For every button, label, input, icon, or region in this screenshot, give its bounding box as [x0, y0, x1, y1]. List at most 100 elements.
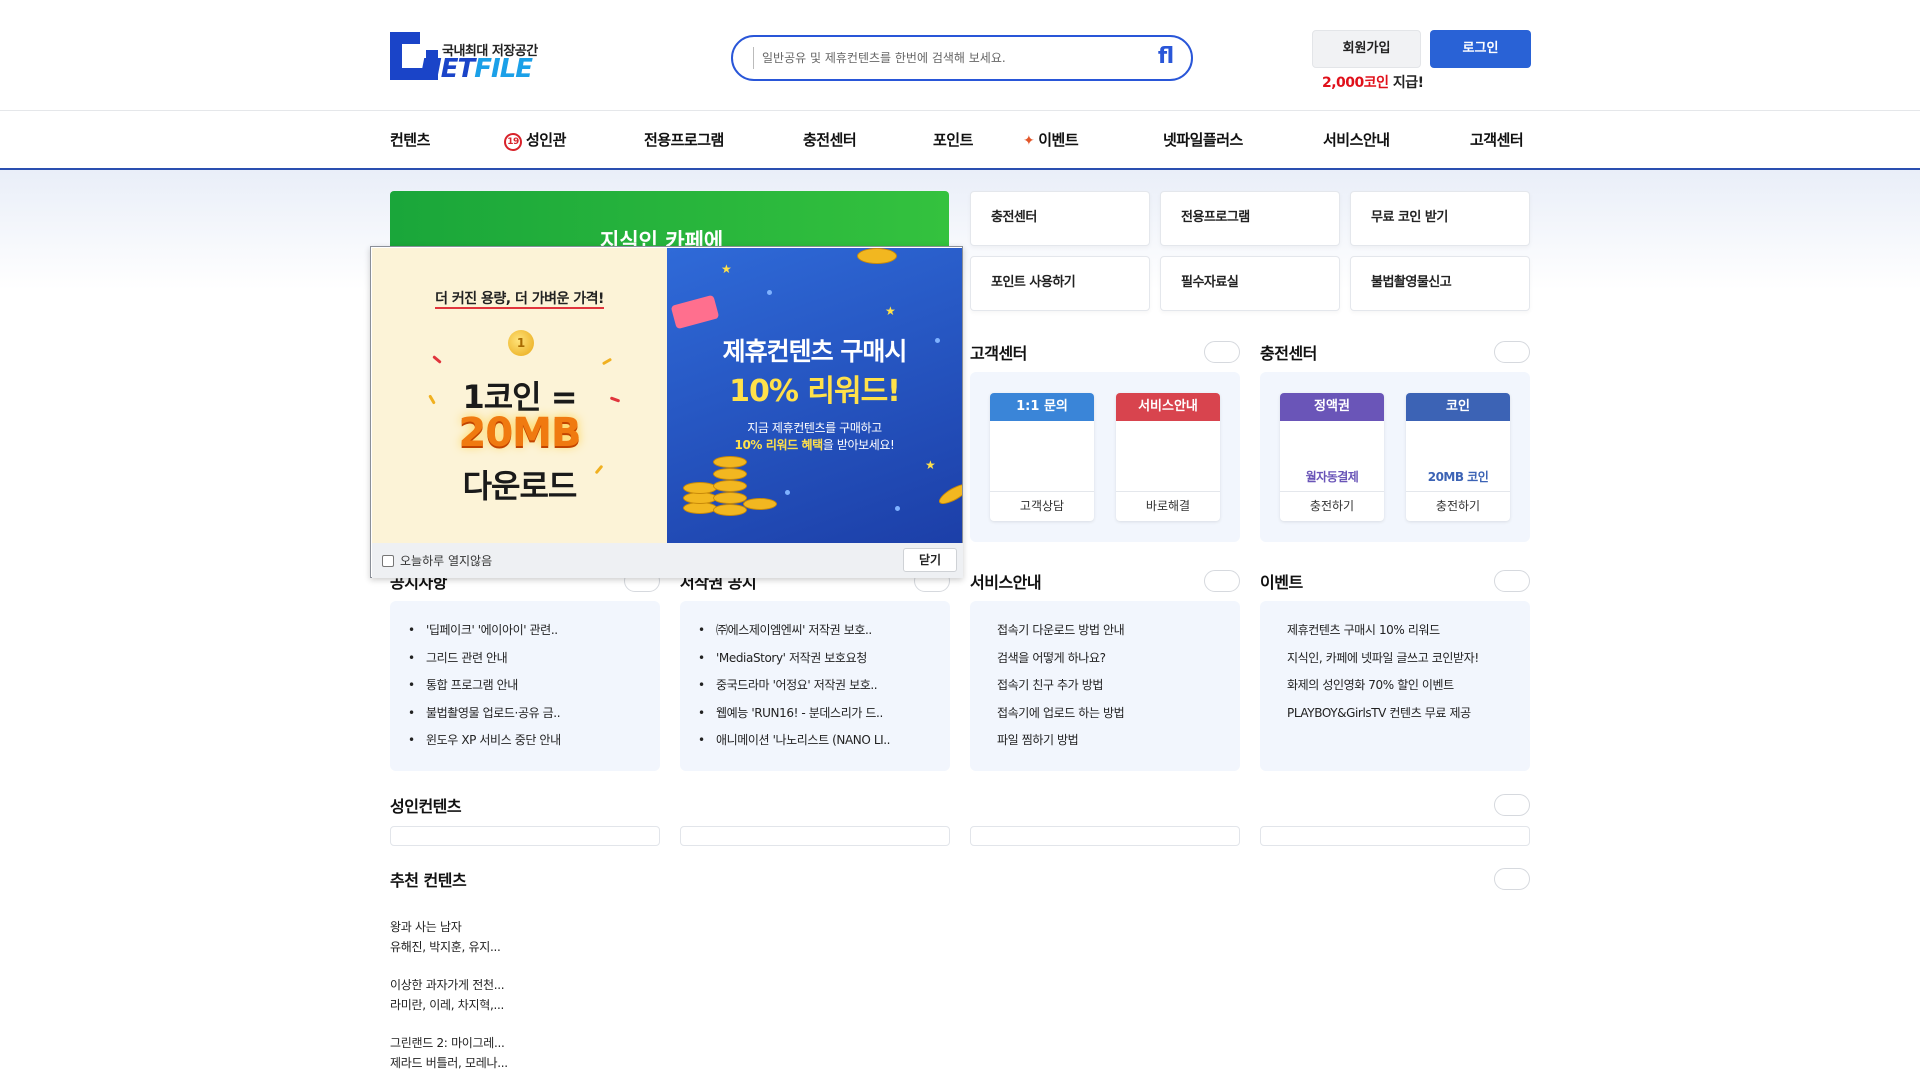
notice-panel: '딥페이크' '에이아이' 관련.. 그리드 관련 안내 통합 프로그램 안내 …: [390, 601, 660, 771]
copyright-item[interactable]: 'MediaStory' 저작권 보호요청: [698, 645, 890, 673]
quick-link-free-coin[interactable]: 무료 코인 받기: [1350, 191, 1530, 246]
charge-center-title: 충전센터: [1260, 344, 1317, 363]
popup-left-line3: 다운로드: [462, 467, 578, 505]
nav-item-plus[interactable]: 넷파일플러스: [1163, 129, 1243, 150]
quick-link-report[interactable]: 불법촬영물신고: [1350, 256, 1530, 311]
subscription-card[interactable]: 정액권 월자동결제 충전하기: [1280, 393, 1384, 521]
sparkle-dot: [895, 506, 900, 511]
star-icon: ★: [885, 304, 896, 318]
event-list: 제휴컨텐츠 구매시 10% 리워드 지식인, 카페에 넷파일 글쓰고 코인받자!…: [1287, 617, 1479, 727]
service-guide-item[interactable]: 접속기에 업로드 하는 방법: [997, 700, 1125, 728]
search-icon[interactable]: fl: [1153, 43, 1179, 71]
coin-card[interactable]: 코인 20MB 코인 충전하기: [1406, 393, 1510, 521]
recommend-item[interactable]: 그린랜드 2: 마이그레... 제라드 버틀러, 모레나...: [390, 1033, 508, 1073]
copyright-item[interactable]: ㈜에스제이엠엔씨' 저작권 보호..: [698, 617, 890, 645]
recommend-more-button[interactable]: [1494, 868, 1530, 890]
login-button[interactable]: 로그인: [1430, 30, 1531, 68]
netfile-logo[interactable]: 국내최대 저장공간 NETFILE: [390, 30, 540, 82]
notice-item[interactable]: 윈도우 XP 서비스 중단 안내: [408, 727, 561, 755]
event-more-button[interactable]: [1494, 570, 1530, 592]
charge-center-more-button[interactable]: [1494, 341, 1530, 363]
popup-right-sub2-rest: 을 받아보세요!: [822, 438, 895, 452]
join-button[interactable]: 회원가입: [1312, 30, 1421, 68]
adult-content-slot[interactable]: [390, 826, 660, 846]
service-guide-more-button[interactable]: [1204, 570, 1240, 592]
service-guide-item[interactable]: 검색을 어떻게 하나요?: [997, 645, 1124, 673]
recommend-title: 추천 컨텐츠: [390, 871, 467, 890]
promo-popup: 더 커진 용량, 더 가벼운 가격! 1 1코인 = 20MB 다운로드 ★ ★…: [370, 246, 963, 578]
nav-item-contents[interactable]: 컨텐츠: [390, 129, 430, 150]
nav-item-service[interactable]: 서비스안내: [1323, 129, 1390, 150]
adult-contents-more-button[interactable]: [1494, 794, 1530, 816]
popup-left-line2: 20MB: [458, 410, 582, 456]
event-item[interactable]: 제휴컨텐츠 구매시 10% 리워드: [1287, 617, 1479, 645]
popup-right-title1: 제휴컨텐츠 구매시: [722, 337, 908, 366]
notice-item[interactable]: '딥페이크' '에이아이' 관련..: [408, 617, 561, 645]
coin-stack-icon: [713, 504, 747, 516]
popup-reward-promo[interactable]: ★ ★ ★ 제휴컨텐츠 구매시 10% 리워드! 지금 제휴컨텐츠를 구매하고 …: [667, 248, 962, 543]
service-guide-item[interactable]: 접속기 다운로드 방법 안내: [997, 617, 1125, 645]
coin-card-foot: 충전하기: [1406, 491, 1510, 521]
recommend-item-cast: 제라드 버틀러, 모레나...: [390, 1056, 508, 1070]
coin-amount: 2,000코인: [1322, 75, 1389, 91]
nav-item-adult[interactable]: 19 성인관: [504, 129, 566, 151]
service-guide-card-head: 서비스안내: [1116, 393, 1220, 421]
popup-right-title2: 10% 리워드!: [667, 366, 962, 410]
dont-show-today-checkbox[interactable]: [382, 555, 394, 567]
quick-link-point-use[interactable]: 포인트 사용하기: [970, 256, 1150, 311]
adult-contents-title: 성인컨텐츠: [390, 797, 462, 816]
recommend-item-title: 그린랜드 2: 마이그레...: [390, 1036, 505, 1050]
notice-item[interactable]: 불법촬영물 업로드·공유 금..: [408, 700, 561, 728]
nav-item-event-label: 이벤트: [1038, 131, 1079, 149]
customer-center-more-button[interactable]: [1204, 341, 1240, 363]
coin-stack-icon: [713, 456, 747, 468]
copyright-item[interactable]: 중국드라마 '어정요' 저작권 보호..: [698, 672, 890, 700]
inquiry-card[interactable]: 1:1 문의 고객상담: [990, 393, 1094, 521]
adult-content-slot[interactable]: [1260, 826, 1530, 846]
adult-content-slot[interactable]: [970, 826, 1240, 846]
nav-item-point[interactable]: 포인트: [933, 129, 973, 150]
copyright-item[interactable]: 애니메이션 '나노리스트 (NANO LI..: [698, 727, 890, 755]
nav-item-charge[interactable]: 충전센터: [803, 129, 857, 150]
nav-item-program[interactable]: 전용프로그램: [644, 129, 724, 150]
subscription-card-body: 월자동결제: [1280, 421, 1384, 491]
popup-right-sub2: 10% 리워드 혜택을 받아보세요!: [667, 436, 962, 453]
nav-item-adult-label: 성인관: [526, 131, 566, 149]
recommend-item[interactable]: 왕과 사는 남자 유해진, 박지훈, 유지...: [390, 917, 501, 957]
copyright-item[interactable]: 웹예능 'RUN16! - 분데스리가 드..: [698, 700, 890, 728]
adult-content-slot[interactable]: [680, 826, 950, 846]
notice-item[interactable]: 통합 프로그램 안내: [408, 672, 561, 700]
service-guide-card[interactable]: 서비스안내 바로해결: [1116, 393, 1220, 521]
quick-link-charge[interactable]: 충전센터: [970, 191, 1150, 246]
dont-show-today-label[interactable]: 오늘하루 열지않음: [400, 552, 492, 569]
coin-card-note: 20MB 코인: [1427, 470, 1489, 484]
inquiry-card-foot: 고객상담: [990, 491, 1094, 521]
search-input[interactable]: [753, 47, 1133, 69]
service-guide-card-body: [1116, 421, 1220, 491]
quick-link-program[interactable]: 전용프로그램: [1160, 191, 1340, 246]
recommend-item[interactable]: 이상한 과자가게 전천... 라미란, 이레, 차지혁,...: [390, 975, 505, 1015]
popup-left-tagline: 더 커진 용량, 더 가벼운 가격!: [372, 288, 667, 309]
megaphone-icon: [670, 294, 720, 330]
sparkle-dot: [785, 490, 790, 495]
service-guide-item[interactable]: 파일 찜하기 방법: [997, 727, 1124, 755]
service-guide-item[interactable]: 접속기 친구 추가 방법: [997, 672, 1124, 700]
recommend-item-title: 이상한 과자가게 전천...: [390, 978, 505, 992]
logo-wordmark: NETFILE: [420, 56, 533, 82]
nav-item-support[interactable]: 고객센터: [1470, 129, 1524, 150]
nav-item-event[interactable]: ✦ 이벤트: [1023, 129, 1079, 150]
popup-close-button[interactable]: 닫기: [903, 548, 957, 572]
coin-icon: [857, 248, 897, 264]
search-bar: fl: [731, 35, 1193, 81]
quick-link-essentials[interactable]: 필수자료실: [1160, 256, 1340, 311]
popup-left-tagline-text: 더 커진 용량, 더 가벼운 가격!: [435, 291, 604, 309]
notice-item[interactable]: 그리드 관련 안내: [408, 645, 561, 673]
event-item[interactable]: PLAYBOY&GirlsTV 컨텐츠 무료 제공: [1287, 700, 1479, 728]
adult-19-icon: 19: [504, 133, 522, 151]
popup-coin-promo[interactable]: 더 커진 용량, 더 가벼운 가격! 1 1코인 = 20MB 다운로드: [372, 248, 667, 543]
inquiry-card-body: [990, 421, 1094, 491]
popup-right-sub2-highlight: 10% 리워드 혜택: [734, 438, 824, 452]
service-guide-list: 접속기 다운로드 방법 안내 검색을 어떻게 하나요? 접속기 친구 추가 방법…: [997, 617, 1125, 755]
event-item[interactable]: 화제의 성인영화 70% 할인 이벤트: [1287, 672, 1479, 700]
event-item[interactable]: 지식인, 카페에 넷파일 글쓰고 코인받자!: [1287, 645, 1479, 673]
